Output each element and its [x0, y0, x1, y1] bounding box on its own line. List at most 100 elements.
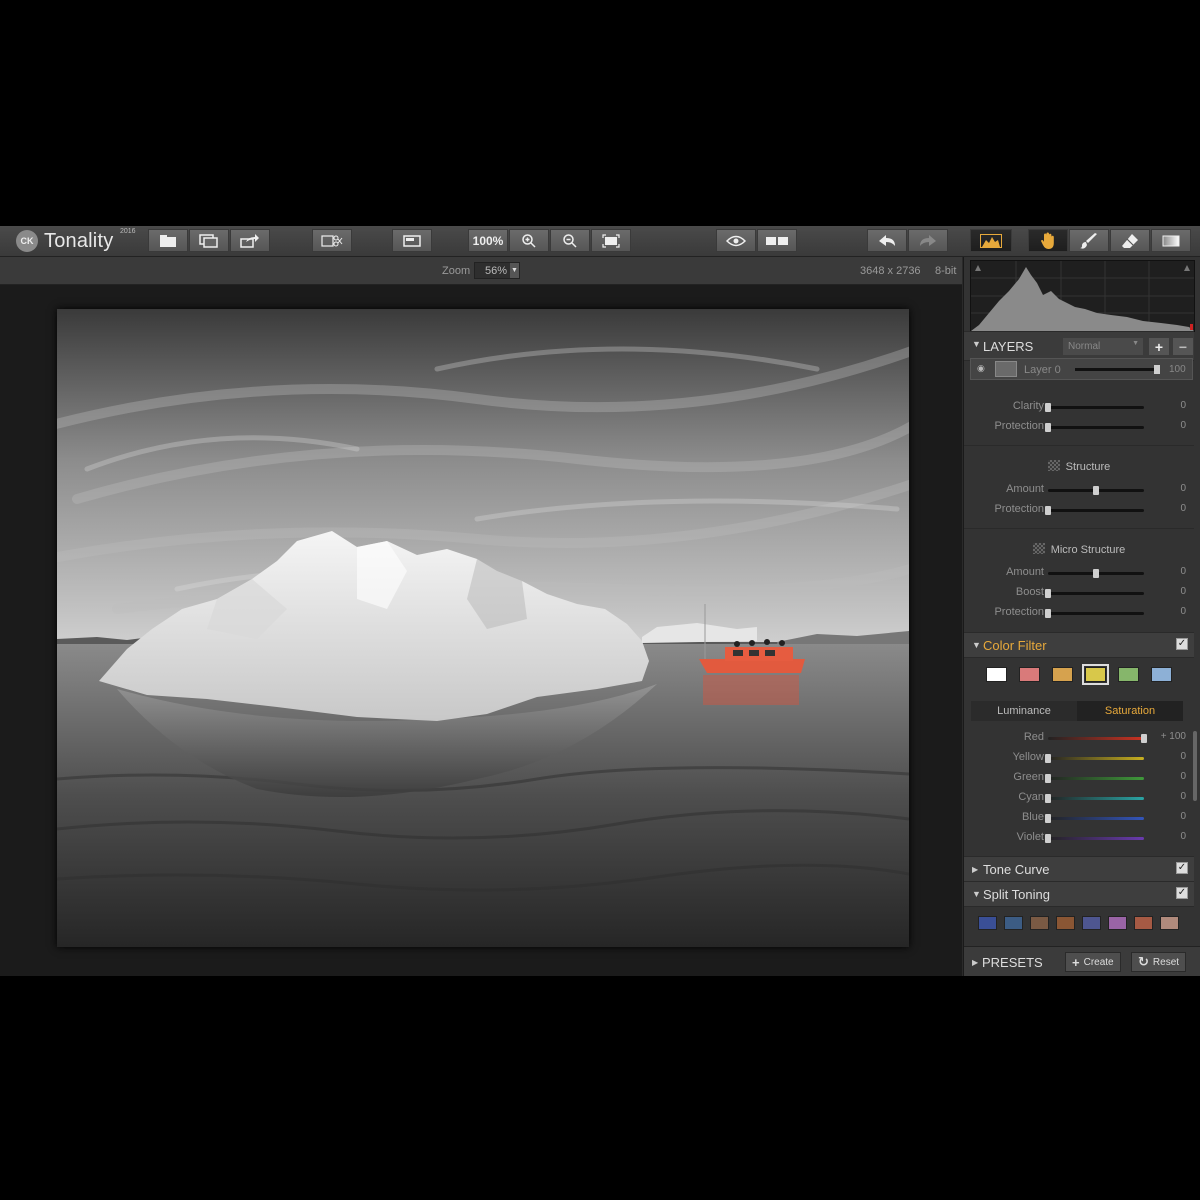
preview-button[interactable] [716, 229, 756, 252]
channel-yellow-slider-knob[interactable] [1045, 754, 1051, 763]
zoom-100-button[interactable]: 100% [468, 229, 508, 252]
channel-blue-slider[interactable] [1045, 814, 1144, 823]
open-button[interactable] [148, 229, 188, 252]
reset-preset-button[interactable]: ↻ Reset [1131, 952, 1187, 972]
micro-structure-boost-slider-knob[interactable] [1045, 589, 1051, 598]
photo-preview[interactable] [57, 309, 909, 947]
clarity-protection-slider-knob[interactable] [1045, 423, 1051, 432]
eraser-icon [1122, 233, 1138, 248]
split-toning-swatch[interactable] [1082, 916, 1101, 930]
channel-red-slider-knob[interactable] [1141, 734, 1147, 743]
visibility-eye-icon[interactable]: ◉ [977, 363, 985, 374]
micro-structure-protection-slider-knob[interactable] [1045, 609, 1051, 618]
channel-violet-slider[interactable] [1045, 834, 1144, 843]
channel-green-slider[interactable] [1045, 774, 1144, 783]
split-toning-swatch[interactable] [1134, 916, 1153, 930]
create-preset-button[interactable]: + Create [1065, 952, 1121, 972]
export-button[interactable] [230, 229, 270, 252]
undo-button[interactable] [867, 229, 907, 252]
expand-triangle-icon[interactable]: ▶ [972, 958, 978, 967]
structure-amount-slider[interactable] [1048, 486, 1144, 495]
edit-group [312, 229, 353, 252]
channel-blue-slider-knob[interactable] [1045, 814, 1051, 823]
zoom-value: 56% [485, 265, 508, 277]
tab-luminance[interactable]: Luminance [971, 701, 1077, 721]
app-logo: CK Tonality 2016 [16, 228, 136, 253]
image-canvas[interactable] [0, 285, 962, 976]
structure-protection-slider[interactable] [1045, 506, 1144, 515]
structure-title: Structure [964, 460, 1194, 473]
color-filter-checkbox[interactable]: ✓ [1176, 638, 1188, 650]
zoom-select[interactable]: 56% ▼ [474, 262, 520, 279]
zoom-in-button[interactable] [509, 229, 549, 252]
window-mode-button[interactable] [392, 229, 432, 252]
tone-curve-checkbox[interactable]: ✓ [1176, 862, 1188, 874]
gradient-tool-button[interactable] [1151, 229, 1191, 252]
redo-button[interactable] [908, 229, 948, 252]
clarity-protection-value: 0 [1180, 420, 1186, 431]
clarity-slider-knob[interactable] [1045, 403, 1051, 412]
micro-structure-boost-slider[interactable] [1045, 589, 1144, 598]
histogram [970, 260, 1195, 332]
micro-structure-amount-row: Amount 0 [964, 566, 1194, 580]
info-bar: Zoom 56% ▼ 3648 x 2736 8-bit [0, 257, 962, 285]
channel-violet-slider-knob[interactable] [1045, 834, 1051, 843]
opacity-slider-knob[interactable] [1154, 365, 1160, 374]
split-toning-swatch[interactable] [1108, 916, 1127, 930]
channel-yellow-row: Yellow 0 [964, 751, 1194, 765]
refresh-icon: ↻ [1138, 954, 1149, 969]
channel-cyan-slider[interactable] [1045, 794, 1144, 803]
split-toning-swatch[interactable] [1056, 916, 1075, 930]
brush-tool-button[interactable] [1069, 229, 1109, 252]
color-filter-title: Color Filter [983, 638, 1047, 653]
opacity-slider[interactable] [1075, 365, 1160, 374]
micro-structure-amount-label: Amount [1006, 566, 1044, 578]
zoom-out-button[interactable] [550, 229, 590, 252]
color-filter-swatch[interactable] [1082, 664, 1109, 685]
color-filter-swatch[interactable] [986, 667, 1007, 682]
split-toning-checkbox[interactable]: ✓ [1176, 887, 1188, 899]
channel-cyan-slider-knob[interactable] [1045, 794, 1051, 803]
blend-mode-select[interactable]: Normal ▼ [1063, 338, 1143, 355]
channel-yellow-slider[interactable] [1045, 754, 1144, 763]
adjustments-panel: ▼ LAYERS Normal ▼ + − ◉ Layer 0 100 Stru… [963, 257, 1200, 976]
clarity-protection-slider[interactable] [1045, 423, 1144, 432]
micro-structure-amount-slider-knob[interactable] [1093, 569, 1099, 578]
structure-protection-slider-knob[interactable] [1045, 506, 1051, 515]
channel-green-slider-knob[interactable] [1045, 774, 1051, 783]
micro-structure-amount-slider[interactable] [1048, 569, 1144, 578]
split-toning-swatch[interactable] [978, 916, 997, 930]
color-filter-header[interactable]: ▼ Color Filter ✓ [964, 632, 1194, 658]
remove-layer-button[interactable]: − [1173, 338, 1193, 355]
eraser-tool-button[interactable] [1110, 229, 1150, 252]
hand-tool-button[interactable] [1028, 229, 1068, 252]
split-toning-swatch[interactable] [1030, 916, 1049, 930]
compare-button[interactable] [757, 229, 797, 252]
channel-red-slider[interactable] [1048, 734, 1147, 743]
add-layer-button[interactable]: + [1149, 338, 1169, 355]
color-filter-swatch[interactable] [1118, 667, 1139, 682]
fit-button[interactable] [591, 229, 631, 252]
tone-curve-header[interactable]: ▶ Tone Curve ✓ [964, 856, 1194, 882]
channel-blue-row: Blue 0 [964, 811, 1194, 825]
structure-amount-slider-knob[interactable] [1093, 486, 1099, 495]
color-filter-tabs: Luminance Saturation [971, 701, 1183, 721]
color-filter-swatch[interactable] [1019, 667, 1040, 682]
micro-structure-amount-value: 0 [1180, 566, 1186, 577]
clarity-slider[interactable] [1045, 403, 1144, 412]
split-toning-header[interactable]: ▼ Split Toning ✓ [964, 881, 1194, 907]
layers-title: LAYERS [983, 339, 1034, 354]
split-toning-swatch[interactable] [1004, 916, 1023, 930]
histogram-button[interactable] [970, 229, 1012, 252]
batch-button[interactable] [189, 229, 229, 252]
split-toning-swatch[interactable] [1160, 916, 1179, 930]
channel-red-value: + 100 [1160, 731, 1186, 742]
color-filter-swatch[interactable] [1151, 667, 1172, 682]
crop-button[interactable] [312, 229, 352, 252]
micro-structure-protection-slider[interactable] [1045, 609, 1144, 618]
layer-row[interactable]: ◉ Layer 0 100 [970, 358, 1193, 380]
layers-header[interactable]: ▼ LAYERS Normal ▼ + − [964, 331, 1194, 361]
panel-scrollbar[interactable] [1193, 731, 1197, 801]
color-filter-swatch[interactable] [1052, 667, 1073, 682]
tab-saturation[interactable]: Saturation [1077, 701, 1183, 721]
